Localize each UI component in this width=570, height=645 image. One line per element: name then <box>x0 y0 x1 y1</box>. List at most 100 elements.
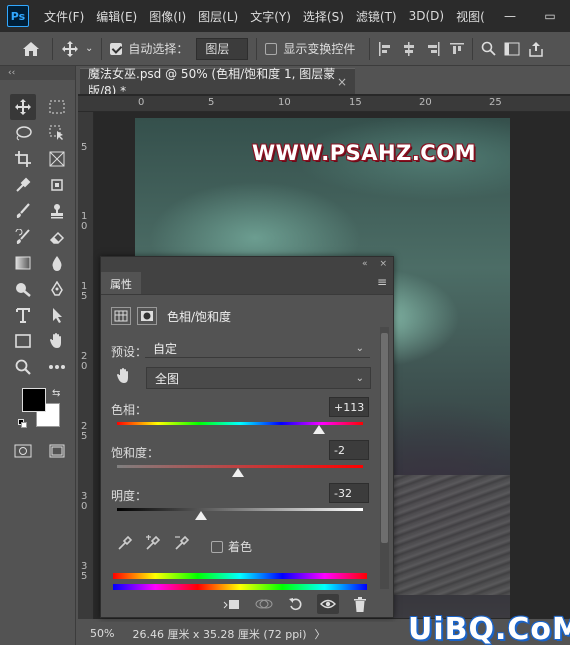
clip-to-layer-icon[interactable] <box>221 594 243 614</box>
crop-tool-icon[interactable] <box>10 146 36 172</box>
chevron-down-icon: ⌄ <box>355 343 364 354</box>
menu-3d[interactable]: 3D(D) <box>403 9 450 23</box>
menu-image[interactable]: 图像(I) <box>143 8 192 25</box>
options-bar: ⌄ 自动选择： 图层 显示变换控件 <box>0 32 570 66</box>
menu-type[interactable]: 文字(Y) <box>244 8 297 25</box>
adjustment-header: 色相/饱和度 <box>111 305 231 327</box>
zoom-level[interactable]: 50% <box>90 627 114 640</box>
menu-layer[interactable]: 图层(L) <box>192 8 244 25</box>
lightness-slider-thumb[interactable] <box>194 511 207 520</box>
blur-tool-icon[interactable] <box>44 250 70 276</box>
hue-value-field[interactable]: +113 <box>329 397 369 417</box>
brush-tool-icon[interactable] <box>10 198 36 224</box>
close-tab-icon[interactable]: × <box>337 75 347 89</box>
search-icon[interactable] <box>481 41 497 56</box>
maximize-button[interactable]: ▭ <box>530 0 570 32</box>
show-transform-checkbox[interactable] <box>265 42 278 55</box>
colorize-checkbox[interactable] <box>211 540 223 553</box>
path-select-icon[interactable] <box>44 302 70 328</box>
eyedropper-plus-icon[interactable] <box>145 535 163 555</box>
dodge-tool-icon[interactable] <box>10 276 36 302</box>
document-size: 26.46 厘米 x 35.28 厘米 (72 ppi) <box>132 627 307 641</box>
collapse-panel-icon[interactable]: « <box>362 259 368 269</box>
preset-dropdown[interactable]: 自定 ⌄ <box>145 340 370 358</box>
marquee-tool-icon[interactable] <box>44 94 70 120</box>
target-adjust-icon[interactable] <box>116 367 132 389</box>
foreground-color-swatch[interactable] <box>22 388 46 412</box>
eyedropper-icon[interactable] <box>117 535 133 555</box>
object-select-icon[interactable] <box>44 120 70 146</box>
menu-select[interactable]: 选择(S) <box>297 8 350 25</box>
hue-label: 色相： <box>111 403 148 417</box>
adjustment-title: 色相/饱和度 <box>167 309 232 324</box>
screen-mode-icon[interactable] <box>44 438 70 464</box>
history-brush-icon[interactable] <box>10 224 36 250</box>
more-tools-icon[interactable] <box>44 354 70 380</box>
move-tool-icon[interactable] <box>61 40 79 58</box>
zoom-tool-icon[interactable] <box>10 354 36 380</box>
align-right-icon[interactable] <box>426 41 440 56</box>
preset-value: 自定 <box>153 342 178 356</box>
reset-icon[interactable] <box>285 594 307 614</box>
view-previous-icon[interactable] <box>253 594 275 614</box>
trash-icon[interactable] <box>349 594 371 614</box>
site-watermark: WWW.PSAHZ.COM <box>252 141 476 165</box>
share-icon[interactable] <box>528 41 544 57</box>
frame-tool-icon[interactable] <box>44 146 70 172</box>
align-top-icon[interactable] <box>450 42 465 56</box>
lasso-tool-icon[interactable] <box>10 120 36 146</box>
panel-footer <box>101 591 393 617</box>
tools-panel: ‹‹ ⇆ <box>0 66 76 645</box>
frame-select-icon[interactable] <box>44 172 70 198</box>
hue-slider-track[interactable] <box>117 422 363 425</box>
hand-tool-icon[interactable] <box>44 328 70 354</box>
channel-dropdown[interactable]: 全图 ⌄ <box>146 367 371 389</box>
ruler-label: 1 0 <box>81 211 88 232</box>
default-colors-icon[interactable] <box>18 419 28 429</box>
visibility-eye-icon[interactable] <box>317 594 339 614</box>
auto-select-dropdown[interactable]: 图层 <box>196 37 249 60</box>
tab-properties[interactable]: 属性 <box>101 272 141 294</box>
pen-tool-icon[interactable] <box>44 276 70 302</box>
align-center-icon[interactable] <box>402 41 416 56</box>
menu-view[interactable]: 视图( <box>450 8 491 25</box>
minimize-button[interactable]: — <box>490 0 530 32</box>
saturation-slider-thumb[interactable] <box>231 468 244 477</box>
eraser-tool-icon[interactable] <box>44 224 70 250</box>
align-left-icon[interactable] <box>378 41 392 56</box>
document-tab[interactable]: 魔法女巫.psd @ 50% (色相/饱和度 1, 图层蒙版/8) * × <box>80 67 355 98</box>
panel-menu-icon[interactable]: ≡ <box>377 275 387 289</box>
colorize-option[interactable]: 着色 <box>211 538 252 555</box>
adjustment-layer-icon[interactable] <box>111 307 131 325</box>
lightness-value-field[interactable]: -32 <box>329 483 369 503</box>
swap-colors-icon[interactable]: ⇆ <box>52 388 60 399</box>
panel-tabs: 属性 ≡ <box>101 271 393 295</box>
stamp-tool-icon[interactable] <box>44 198 70 224</box>
gradient-tool-icon[interactable] <box>10 250 36 276</box>
eyedropper-minus-icon[interactable] <box>174 535 192 555</box>
home-icon[interactable] <box>22 41 40 57</box>
panel-scrollbar-thumb[interactable] <box>381 333 388 543</box>
auto-select-checkbox[interactable] <box>110 42 123 55</box>
saturation-value-field[interactable]: -2 <box>329 440 369 460</box>
quick-mask-icon[interactable] <box>10 438 36 464</box>
menu-file[interactable]: 文件(F) <box>38 8 90 25</box>
tools-collapse[interactable]: ‹‹ <box>0 66 75 80</box>
lightness-slider-track[interactable] <box>117 508 363 511</box>
menu-filter[interactable]: 滤镜(T) <box>350 8 403 25</box>
workspace-icon[interactable] <box>504 42 520 56</box>
move-tool-icon[interactable] <box>10 94 36 120</box>
ruler-label: 5 <box>81 142 88 153</box>
type-tool-icon[interactable] <box>10 302 36 328</box>
chevron-down-icon[interactable]: ⌄ <box>85 43 93 54</box>
status-arrow-icon[interactable]: 〉 <box>315 626 326 642</box>
output-hue-bar <box>113 584 367 590</box>
hue-slider-thumb[interactable] <box>312 425 325 434</box>
properties-panel: « × 属性 ≡ 色相/饱和度 预设： 自定 ⌄ 全图 ⌄ 色相： +113 饱… <box>100 256 394 618</box>
rock-texture <box>390 475 510 595</box>
close-panel-icon[interactable]: × <box>379 259 387 269</box>
menu-edit[interactable]: 编辑(E) <box>90 8 143 25</box>
eyedropper-tool-icon[interactable] <box>10 172 36 198</box>
rectangle-tool-icon[interactable] <box>10 328 36 354</box>
mask-icon[interactable] <box>137 307 157 325</box>
